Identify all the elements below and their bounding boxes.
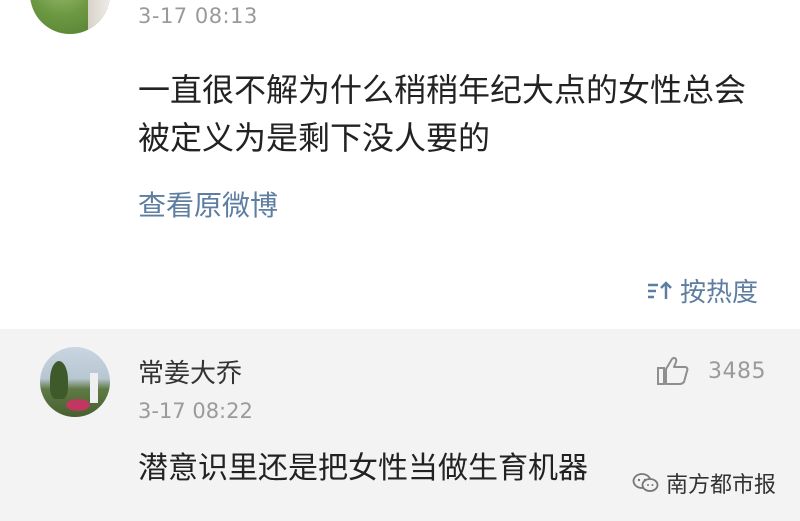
post-content: 一直很不解为什么稍稍年纪大点的女性总会被定义为是剩下没人要的 [138, 71, 747, 157]
watermark-text: 南方都市报 [665, 473, 776, 498]
sort-label: 按热度 [679, 278, 758, 308]
original-post: 3-17 08:13 一直很不解为什么稍稍年纪大点的女性总会被定义为是剩下没人要… [0, 0, 800, 329]
comment-section: 常姜大乔 3-17 08:22 潜意识里还是把女性当做生育机器 3485 南方都… [0, 329, 800, 521]
view-original-link[interactable]: 查看原微博 [138, 184, 278, 224]
like-button[interactable]: 3485 [656, 355, 766, 387]
thumbs-up-icon [657, 357, 689, 385]
wechat-icon [632, 473, 659, 492]
comment-content: 潜意识里还是把女性当做生育机器 [138, 451, 588, 486]
like-count: 3485 [708, 358, 766, 384]
comment-timestamp: 3-17 08:22 [138, 399, 253, 423]
author-avatar[interactable] [30, 0, 110, 34]
commenter-avatar[interactable] [40, 347, 110, 417]
sort-icon [647, 280, 672, 299]
commenter-username[interactable]: 常姜大乔 [138, 353, 242, 390]
source-watermark: 南方都市报 [632, 467, 776, 499]
sort-by-popularity-button[interactable]: 按热度 [646, 272, 758, 309]
post-timestamp: 3-17 08:13 [138, 4, 258, 28]
